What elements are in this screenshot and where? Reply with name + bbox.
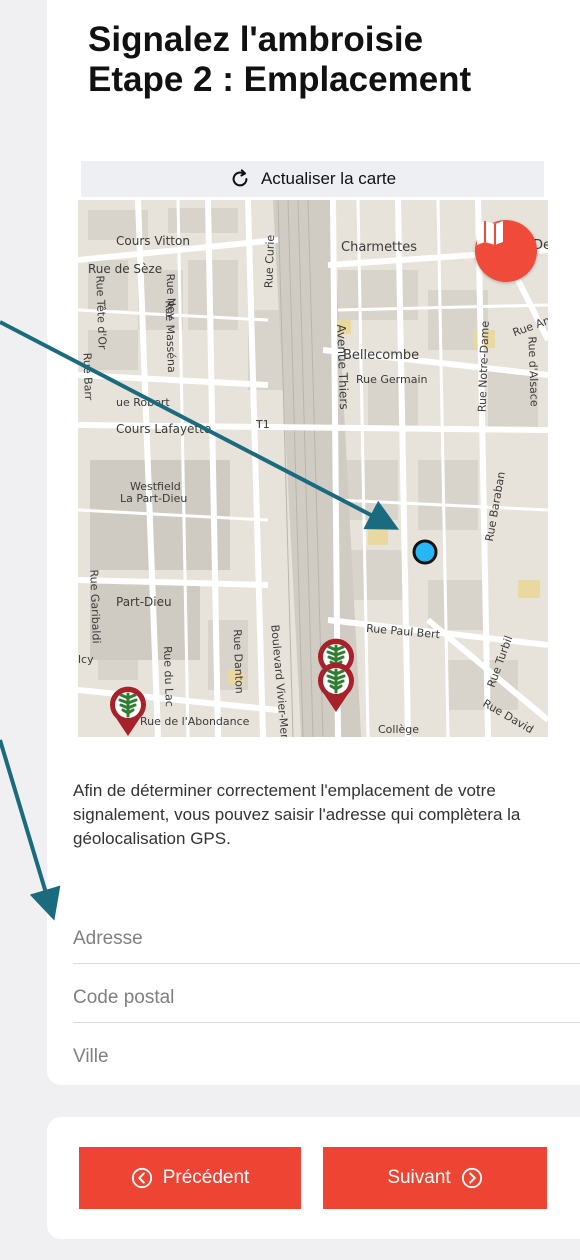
ambroisie-marker-icon[interactable] [106, 686, 150, 737]
street-label: Rue d'Alsace [525, 336, 541, 407]
map-layers-icon [477, 221, 503, 245]
next-button[interactable]: Suivant [323, 1147, 547, 1209]
title-line-1: Signalez l'ambroisie [88, 20, 424, 59]
title-line-2: Etape 2 : Emplacement [88, 60, 472, 99]
street-label: Rue Germain [356, 373, 428, 386]
refresh-map-label: Actualiser la carte [260, 169, 397, 188]
map-layers-button[interactable] [475, 220, 537, 282]
chevron-left-circle-icon [131, 1167, 152, 1189]
street-label: Rue Masséna [162, 300, 179, 373]
street-label: Cours Vitton [116, 234, 190, 248]
page-title: Signalez l'ambroisie Etape 2 : Emplaceme… [88, 20, 471, 100]
street-label: T1 [256, 418, 270, 431]
address-input[interactable] [73, 915, 580, 964]
street-label: Avenue Thiers [334, 324, 352, 410]
info-text: Afin de déterminer correctement l'emplac… [73, 781, 521, 848]
ambroisie-marker-icon[interactable] [314, 662, 358, 714]
street-label: lcy [78, 653, 94, 666]
previous-button-label: Précédent [162, 1167, 250, 1188]
street-label: Collège [378, 723, 420, 736]
next-button-label: Suivant [387, 1167, 451, 1188]
street-label: Rue Danton [230, 628, 246, 695]
street-label: Rue Curie [262, 234, 278, 289]
street-label: Cours Lafayette [116, 422, 212, 436]
map-view[interactable]: Cours Vitton Rue de Sèze Rue Tête d'Or R… [78, 200, 548, 737]
street-label: Charmettes [341, 240, 418, 255]
street-label: Part-Dieu [116, 595, 172, 609]
street-label: La Part-Dieu [120, 492, 188, 505]
city-input[interactable] [73, 1033, 580, 1081]
chevron-right-circle-icon [461, 1167, 482, 1189]
street-label: Rue Barr [80, 352, 96, 401]
street-label: Bellecombe [343, 348, 420, 363]
street-label: Rue du Lac [160, 645, 176, 708]
street-label: ue Robert [116, 396, 170, 409]
current-location-dot [412, 539, 438, 565]
street-label: Rue Tête d'Or [93, 275, 109, 350]
refresh-icon [232, 169, 248, 187]
street-label: Rue Garibaldi [87, 569, 103, 644]
refresh-map-button[interactable]: Actualiser la carte [81, 161, 544, 197]
street-label: Rue de l'Abondance [140, 715, 250, 728]
street-label: Rue de Sèze [88, 262, 163, 276]
postal-code-input[interactable] [73, 974, 580, 1023]
previous-button[interactable]: Précédent [79, 1147, 301, 1209]
map-tiles [78, 200, 548, 737]
